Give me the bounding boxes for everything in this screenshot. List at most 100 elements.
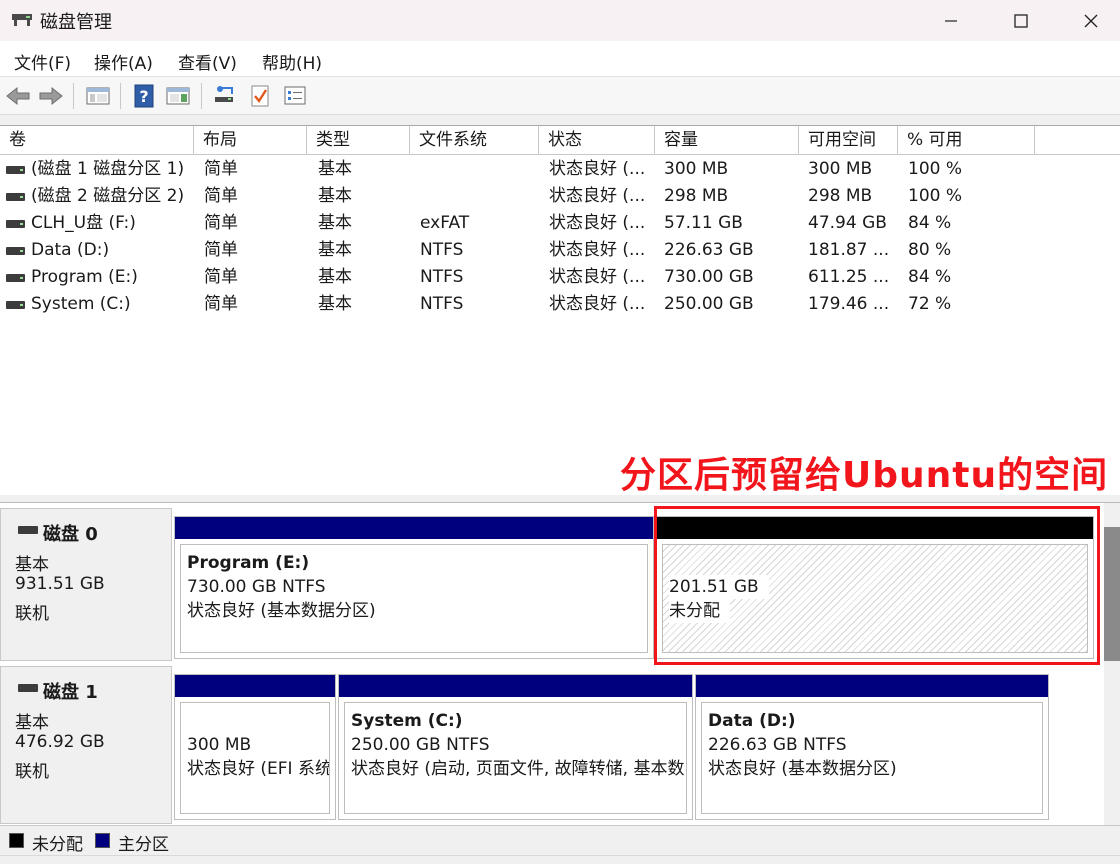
cell-layout: 简单 bbox=[204, 267, 238, 287]
partition-name: Data (D:) bbox=[708, 711, 796, 731]
cell-type: 基本 bbox=[318, 267, 352, 287]
column-header-type[interactable]: 类型 bbox=[307, 126, 410, 155]
back-arrow-icon bbox=[6, 86, 30, 106]
maximize-button[interactable] bbox=[986, 0, 1056, 41]
properties-button[interactable] bbox=[281, 82, 309, 110]
cell-capacity: 298 MB bbox=[664, 186, 729, 206]
cell-free-space: 179.46 ... bbox=[808, 294, 890, 314]
table-row[interactable]: (磁盘 2 磁盘分区 2) 简单 基本 状态良好 (... 298 MB 298… bbox=[0, 183, 1120, 210]
disk-1-label[interactable]: 磁盘 1 基本 476.92 GB 联机 bbox=[0, 666, 172, 824]
cell-capacity: 226.63 GB bbox=[664, 240, 754, 260]
show-hide-tree-button[interactable] bbox=[84, 82, 112, 110]
status-bar bbox=[0, 855, 1120, 864]
cell-percent-free: 100 % bbox=[908, 186, 963, 206]
partition-size: 250.00 GB NTFS bbox=[351, 735, 490, 755]
minimize-button[interactable] bbox=[916, 0, 986, 41]
drive-icon bbox=[6, 193, 25, 201]
column-header-capacity[interactable]: 容量 bbox=[655, 126, 799, 155]
partition-name bbox=[187, 709, 323, 733]
cell-status: 状态良好 (... bbox=[549, 294, 646, 314]
connect-virtual-disk-button[interactable] bbox=[211, 82, 239, 110]
column-header-percent-free[interactable]: % 可用 bbox=[898, 126, 1035, 155]
partition-body: Program (E:) 730.00 GB NTFS 状态良好 (基本数据分区… bbox=[180, 544, 648, 653]
menu-file[interactable]: 文件(F) bbox=[14, 49, 71, 74]
column-header-filler bbox=[1035, 126, 1120, 155]
scrollbar-thumb[interactable] bbox=[1104, 527, 1120, 661]
cell-percent-free: 80 % bbox=[908, 240, 952, 260]
cell-volume: CLH_U盘 (F:) bbox=[31, 213, 136, 233]
svg-text:?: ? bbox=[139, 87, 148, 106]
column-header-layout[interactable]: 布局 bbox=[194, 126, 307, 155]
toolbar-separator bbox=[120, 83, 121, 109]
partition-status: 状态良好 (基本数据分区) bbox=[187, 601, 376, 621]
close-icon bbox=[1084, 14, 1098, 27]
table-row[interactable]: Data (D:) 简单 基本 NTFS 状态良好 (... 226.63 GB… bbox=[0, 237, 1120, 264]
cell-capacity: 57.11 GB bbox=[664, 213, 743, 233]
back-button[interactable] bbox=[4, 82, 32, 110]
cell-volume: Data (D:) bbox=[31, 240, 110, 260]
column-header-status[interactable]: 状态 bbox=[539, 126, 655, 155]
forward-arrow-icon bbox=[39, 86, 63, 106]
show-hide-action-pane-button[interactable] bbox=[164, 82, 192, 110]
partition-name: System (C:) bbox=[351, 711, 463, 731]
cell-layout: 简单 bbox=[204, 213, 238, 233]
properties-icon bbox=[284, 86, 306, 105]
cell-filesystem: NTFS bbox=[420, 267, 464, 287]
partition-header-bar bbox=[175, 517, 653, 539]
toolbar: ? bbox=[0, 77, 1120, 115]
help-icon: ? bbox=[134, 84, 154, 108]
annotation-text: 分区后预留给Ubuntu的空间 bbox=[620, 455, 1109, 496]
cell-capacity: 730.00 GB bbox=[664, 267, 754, 287]
disk-name: 磁盘 1 bbox=[43, 682, 98, 703]
menu-help[interactable]: 帮助(H) bbox=[262, 49, 322, 74]
cell-status: 状态良好 (... bbox=[549, 240, 646, 260]
partition-data-d[interactable]: Data (D:) 226.63 GB NTFS 状态良好 (基本数据分区) bbox=[695, 674, 1049, 820]
partition-status: 状态良好 (基本数据分区) bbox=[708, 759, 897, 779]
volume-list: 卷 布局 类型 文件系统 状态 容量 可用空间 % 可用 (磁盘 1 磁盘分区 … bbox=[0, 125, 1120, 495]
drive-icon bbox=[6, 274, 25, 282]
column-header-free-space[interactable]: 可用空间 bbox=[799, 126, 898, 155]
toolbar-separator bbox=[201, 83, 202, 109]
disk-size: 476.92 GB bbox=[15, 732, 105, 752]
rescan-disks-button[interactable] bbox=[246, 82, 274, 110]
maximize-icon bbox=[1014, 13, 1028, 28]
legend-swatch-primary bbox=[95, 833, 110, 848]
cell-percent-free: 100 % bbox=[908, 159, 963, 179]
cell-volume: (磁盘 2 磁盘分区 2) bbox=[31, 186, 185, 206]
cell-type: 基本 bbox=[318, 186, 352, 206]
cell-status: 状态良好 (... bbox=[549, 213, 646, 233]
partition-status: 状态良好 (EFI 系统 bbox=[187, 759, 330, 779]
cell-status: 状态良好 (... bbox=[549, 267, 646, 287]
title-bar: 磁盘管理 bbox=[0, 0, 1120, 41]
table-row[interactable]: CLH_U盘 (F:) 简单 基本 exFAT 状态良好 (... 57.11 … bbox=[0, 210, 1120, 237]
partition-size: 730.00 GB NTFS bbox=[187, 577, 326, 597]
table-row[interactable]: Program (E:) 简单 基本 NTFS 状态良好 (... 730.00… bbox=[0, 264, 1120, 291]
toolbar-separator bbox=[73, 83, 74, 109]
help-button[interactable]: ? bbox=[130, 82, 158, 110]
menu-view[interactable]: 查看(V) bbox=[178, 49, 237, 74]
legend-label-unallocated: 未分配 bbox=[32, 835, 83, 855]
partition-system-c[interactable]: System (C:) 250.00 GB NTFS 状态良好 (启动, 页面文… bbox=[338, 674, 693, 820]
close-button[interactable] bbox=[1056, 0, 1120, 41]
partition-body: Data (D:) 226.63 GB NTFS 状态良好 (基本数据分区) bbox=[701, 702, 1043, 814]
table-row[interactable]: System (C:) 简单 基本 NTFS 状态良好 (... 250.00 … bbox=[0, 291, 1120, 318]
drive-icon bbox=[6, 301, 25, 309]
annotation-highlight-box bbox=[654, 506, 1100, 665]
cell-filesystem bbox=[420, 156, 535, 183]
partition-efi[interactable]: 300 MB 状态良好 (EFI 系统 bbox=[174, 674, 336, 820]
forward-button[interactable] bbox=[37, 82, 65, 110]
column-header-filesystem[interactable]: 文件系统 bbox=[410, 126, 539, 155]
partition-program-e[interactable]: Program (E:) 730.00 GB NTFS 状态良好 (基本数据分区… bbox=[174, 516, 654, 659]
table-row[interactable]: (磁盘 1 磁盘分区 1) 简单 基本 状态良好 (... 300 MB 300… bbox=[0, 156, 1120, 183]
column-header-volume[interactable]: 卷 bbox=[0, 126, 194, 155]
drive-icon bbox=[6, 247, 25, 255]
cell-layout: 简单 bbox=[204, 240, 238, 260]
cell-volume: (磁盘 1 磁盘分区 1) bbox=[31, 159, 185, 179]
cell-filesystem: NTFS bbox=[420, 294, 464, 314]
menu-action[interactable]: 操作(A) bbox=[94, 49, 153, 74]
window-title: 磁盘管理 bbox=[40, 12, 112, 33]
partition-header-bar bbox=[696, 675, 1048, 697]
disk-0-label[interactable]: 磁盘 0 基本 931.51 GB 联机 bbox=[0, 508, 172, 661]
legend: 未分配 主分区 bbox=[0, 825, 1120, 855]
partition-size: 226.63 GB NTFS bbox=[708, 735, 847, 755]
